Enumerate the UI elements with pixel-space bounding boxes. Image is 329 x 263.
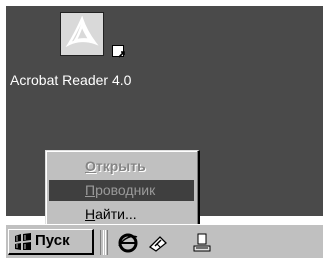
taskbar-separator (100, 230, 104, 255)
internet-explorer-icon[interactable] (118, 233, 138, 253)
context-menu: Открыть Проводник Найти... (45, 150, 200, 230)
desktop-icon-acrobat-reader[interactable]: Acrobat Reader 4.0 (6, 12, 166, 92)
taskbar: Пуск (6, 224, 323, 258)
channels-icon[interactable] (192, 233, 212, 253)
menu-item-find[interactable]: Найти... (49, 204, 194, 225)
quick-launch-grip[interactable] (105, 230, 108, 255)
menu-item-open[interactable]: Открыть (49, 156, 194, 177)
menu-item-explorer[interactable]: Проводник (49, 180, 194, 201)
desktop-icon-label[interactable]: Acrobat Reader 4.0 (10, 72, 131, 88)
windows-logo-icon (15, 233, 31, 250)
show-desktop-icon[interactable] (148, 233, 168, 253)
start-button[interactable]: Пуск (8, 229, 94, 255)
acrobat-reader-icon[interactable] (60, 12, 125, 58)
start-label: Пуск (35, 232, 70, 249)
shortcut-arrow-icon (112, 45, 125, 58)
